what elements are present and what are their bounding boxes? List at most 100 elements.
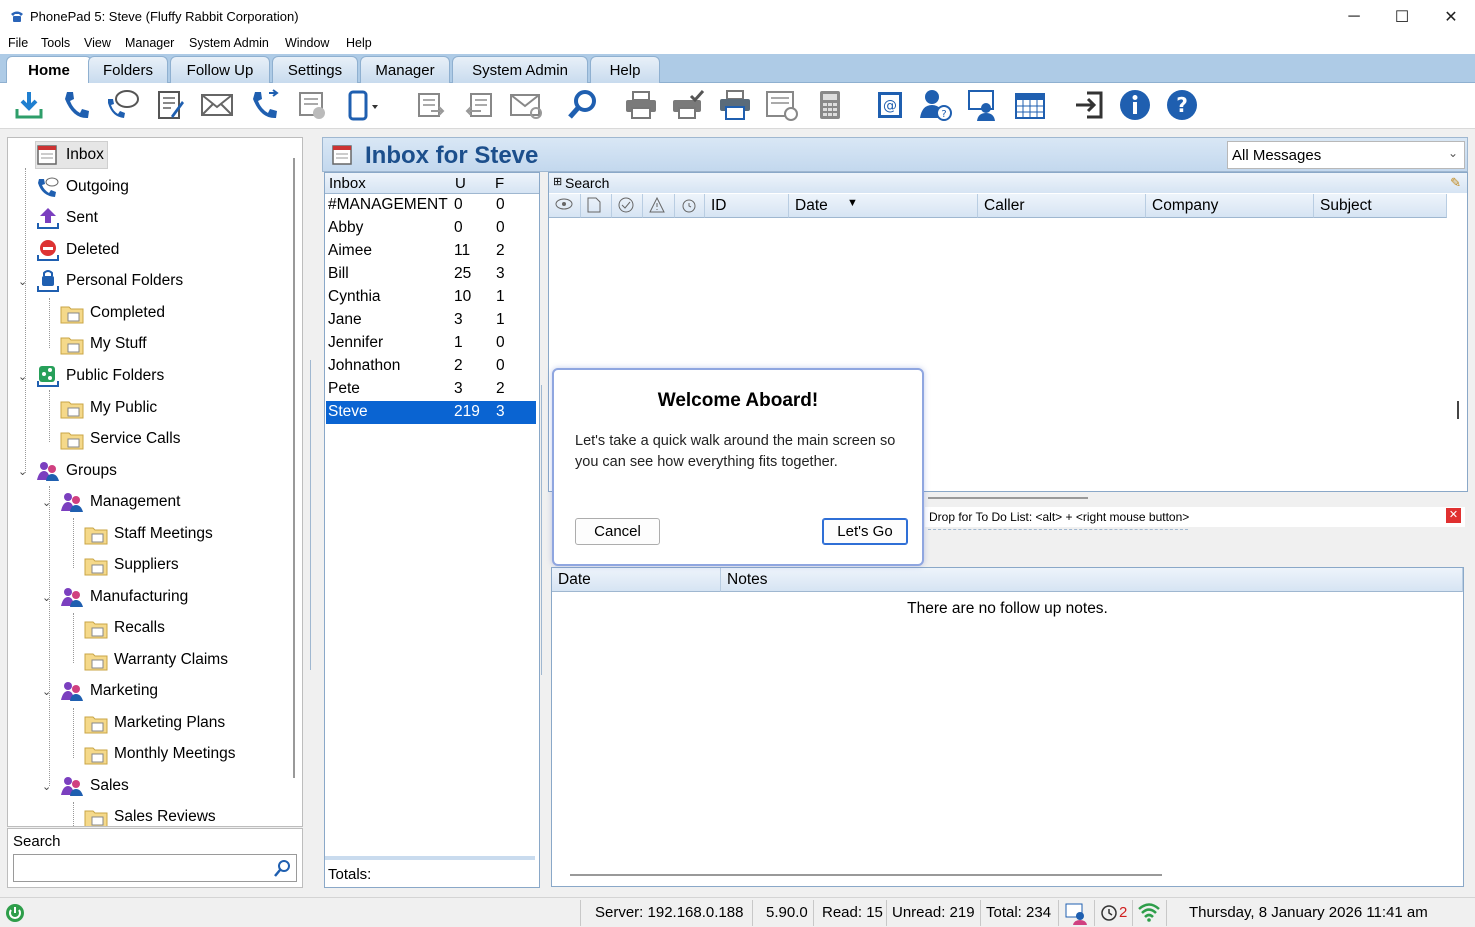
splitter-middle[interactable] bbox=[541, 385, 547, 675]
print-check-icon[interactable] bbox=[670, 87, 706, 123]
message-filter-select[interactable]: All Messages ⌄ bbox=[1227, 141, 1465, 169]
tree-my-stuff[interactable]: My Stuff bbox=[60, 330, 147, 358]
col-subject[interactable]: Subject bbox=[1314, 194, 1447, 218]
close-icon[interactable]: ✕ bbox=[1446, 508, 1461, 523]
menu-help[interactable]: Help bbox=[346, 36, 372, 50]
menu-window[interactable]: Window bbox=[285, 36, 329, 50]
call-transfer-icon[interactable] bbox=[247, 87, 283, 123]
web-message-icon[interactable] bbox=[764, 87, 800, 123]
menu-manager[interactable]: Manager bbox=[125, 36, 174, 50]
maximize-button[interactable]: ☐ bbox=[1378, 0, 1426, 33]
col-company[interactable]: Company bbox=[1146, 194, 1314, 218]
print-preview-icon[interactable] bbox=[717, 87, 753, 123]
mobile-icon[interactable] bbox=[343, 87, 379, 123]
tab-system-admin[interactable]: System Admin bbox=[452, 56, 588, 83]
info-icon[interactable] bbox=[1117, 87, 1153, 123]
tree-staff-meetings[interactable]: Staff Meetings bbox=[84, 520, 213, 548]
inbox-row[interactable]: Pete 3 2 bbox=[326, 378, 536, 401]
grid-search-strip[interactable]: ⊞ Search ✎ bbox=[549, 173, 1467, 193]
minimize-button[interactable]: ─ bbox=[1330, 0, 1378, 33]
forward-icon[interactable] bbox=[413, 87, 449, 123]
lets-go-button[interactable]: Let's Go bbox=[822, 518, 908, 545]
tree-service-calls[interactable]: Service Calls bbox=[60, 425, 180, 453]
col-unread[interactable]: U bbox=[455, 175, 466, 192]
col-urgent-icon[interactable] bbox=[643, 194, 675, 218]
tree-outgoing[interactable]: Outgoing bbox=[36, 173, 129, 201]
email-address-icon[interactable]: @ bbox=[872, 87, 908, 123]
splitter-left[interactable] bbox=[310, 360, 316, 670]
tab-home[interactable]: Home bbox=[6, 56, 92, 84]
calculator-icon[interactable] bbox=[812, 87, 848, 123]
support-icon[interactable] bbox=[965, 87, 1001, 123]
search-icon[interactable] bbox=[565, 87, 601, 123]
inbox-row[interactable]: Cynthia 10 1 bbox=[326, 286, 536, 309]
col-id[interactable]: ID bbox=[705, 194, 789, 218]
message-delete-icon[interactable] bbox=[294, 87, 330, 123]
inbox-row[interactable]: Abby 0 0 bbox=[326, 217, 536, 240]
chevron-down-icon[interactable]: ⌄ bbox=[42, 496, 51, 509]
list-scrollbar[interactable] bbox=[325, 856, 535, 860]
todo-drop-bar[interactable]: Drop for To Do List: <alt> + <right mous… bbox=[925, 507, 1465, 527]
tab-follow-up[interactable]: Follow Up bbox=[170, 56, 270, 83]
power-icon[interactable] bbox=[5, 903, 25, 923]
grid-hscrollbar[interactable] bbox=[928, 497, 1088, 499]
tree-deleted[interactable]: Deleted bbox=[36, 236, 119, 264]
cancel-button[interactable]: Cancel bbox=[575, 518, 660, 545]
col-read-icon[interactable] bbox=[549, 194, 581, 218]
calendar-icon[interactable] bbox=[1012, 87, 1048, 123]
col-date[interactable]: Date ▼ bbox=[789, 194, 978, 218]
inbox-row[interactable]: Bill 25 3 bbox=[326, 263, 536, 286]
mail-refresh-icon[interactable] bbox=[508, 87, 544, 123]
alarm-clock-icon[interactable] bbox=[1100, 903, 1118, 921]
folder-search-input[interactable] bbox=[13, 854, 297, 882]
user-help-icon[interactable]: ? bbox=[917, 87, 953, 123]
col-note-date[interactable]: Date bbox=[552, 568, 721, 592]
col-done-icon[interactable] bbox=[612, 194, 643, 218]
tree-recalls[interactable]: Recalls bbox=[84, 614, 165, 642]
menu-file[interactable]: File bbox=[8, 36, 28, 50]
tree-completed[interactable]: Completed bbox=[60, 299, 165, 327]
tree-suppliers[interactable]: Suppliers bbox=[84, 551, 179, 579]
inbox-row[interactable]: Aimee 11 2 bbox=[326, 240, 536, 263]
tree-inbox[interactable]: Inbox bbox=[35, 141, 108, 169]
print-icon[interactable] bbox=[623, 87, 659, 123]
tree-public-folders[interactable]: Public Folders bbox=[36, 362, 164, 390]
chevron-down-icon[interactable]: ⌄ bbox=[18, 275, 27, 288]
tree-warranty-claims[interactable]: Warranty Claims bbox=[84, 646, 228, 674]
menu-system-admin[interactable]: System Admin bbox=[189, 36, 269, 50]
notes-hscrollbar[interactable] bbox=[570, 874, 1162, 876]
close-button[interactable]: ✕ bbox=[1427, 0, 1475, 33]
chevron-down-icon[interactable]: ⌄ bbox=[18, 465, 27, 478]
inbox-row[interactable]: Johnathon 2 0 bbox=[326, 355, 536, 378]
tree-marketing-plans[interactable]: Marketing Plans bbox=[84, 709, 225, 737]
chevron-down-icon[interactable]: ⌄ bbox=[42, 685, 51, 698]
tree-sent[interactable]: Sent bbox=[36, 204, 98, 232]
menu-tools[interactable]: Tools bbox=[41, 36, 70, 50]
grid-scrollbar[interactable] bbox=[1457, 401, 1459, 419]
col-caller[interactable]: Caller bbox=[978, 194, 1146, 218]
menu-view[interactable]: View bbox=[84, 36, 111, 50]
tree-manufacturing[interactable]: Manufacturing bbox=[60, 583, 188, 611]
chevron-down-icon[interactable]: ⌄ bbox=[42, 591, 51, 604]
reply-icon[interactable] bbox=[461, 87, 497, 123]
tree-marketing[interactable]: Marketing bbox=[60, 677, 158, 705]
tree-my-public[interactable]: My Public bbox=[60, 394, 157, 422]
edit-message-icon[interactable] bbox=[152, 87, 188, 123]
col-inbox[interactable]: Inbox bbox=[329, 175, 366, 192]
tree-sales-reviews[interactable]: Sales Reviews bbox=[84, 803, 216, 826]
logout-icon[interactable] bbox=[1071, 87, 1107, 123]
tree-personal-folders[interactable]: Personal Folders bbox=[36, 267, 183, 295]
col-alarm-icon[interactable] bbox=[675, 194, 705, 218]
inbox-row-selected[interactable]: Steve 219 3 bbox=[326, 401, 536, 424]
col-notes[interactable]: Notes bbox=[721, 568, 1463, 592]
inbox-row[interactable]: Jane 3 1 bbox=[326, 309, 536, 332]
col-followup[interactable]: F bbox=[495, 175, 504, 192]
tab-folders[interactable]: Folders bbox=[88, 56, 168, 83]
tab-settings[interactable]: Settings bbox=[272, 56, 358, 83]
phone-message-icon[interactable] bbox=[104, 87, 140, 123]
pin-icon[interactable]: ✎ bbox=[1450, 175, 1461, 191]
tree-monthly-meetings[interactable]: Monthly Meetings bbox=[84, 740, 235, 768]
chevron-down-icon[interactable]: ⌄ bbox=[42, 780, 51, 793]
col-attachment-icon[interactable] bbox=[581, 194, 612, 218]
search-icon[interactable] bbox=[274, 859, 292, 877]
